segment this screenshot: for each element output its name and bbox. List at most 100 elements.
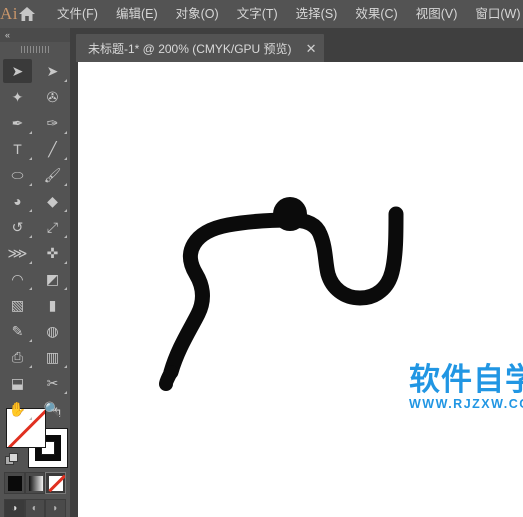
- paintbrush-tool[interactable]: 🖌: [35, 162, 70, 188]
- ellipse-tool[interactable]: ⬭: [0, 162, 35, 188]
- paint-mode-row: [4, 472, 66, 494]
- type-tool[interactable]: T: [0, 136, 35, 162]
- tool-group-indicator-icon: [64, 287, 67, 290]
- artboard-tool-icon: ⬓: [10, 375, 25, 391]
- menu-effect[interactable]: 效果(C): [346, 0, 406, 28]
- ai-logo: Ai: [0, 4, 18, 23]
- illustrator-window: Ai 文件(F) 编辑(E) 对象(O) 文字(T) 选择(S) 效果(C) 视…: [0, 0, 523, 517]
- gradient-tool[interactable]: ▮: [35, 292, 70, 318]
- document-tab-label: 未标题-1* @ 200% (CMYK/GPU 预览): [88, 41, 292, 56]
- close-icon[interactable]: ✕: [306, 42, 317, 55]
- home-icon-svg: [19, 7, 35, 21]
- tool-group-indicator-icon: [64, 79, 67, 82]
- tool-group-indicator-icon: [64, 157, 67, 160]
- tool-group-indicator-icon: [29, 261, 32, 264]
- color-mode-button[interactable]: [4, 472, 25, 494]
- magic-wand-tool[interactable]: ✦: [0, 84, 35, 110]
- menu-view[interactable]: 视图(V): [407, 0, 467, 28]
- menu-edit[interactable]: 编辑(E): [107, 0, 167, 28]
- brush-stroke-path[interactable]: [78, 62, 523, 517]
- line-segment-tool-icon: ╱: [48, 141, 57, 157]
- direct-selection-tool-icon: ➤: [46, 63, 59, 79]
- zoom-tool-icon: 🔍: [43, 401, 62, 417]
- watermark: 软件自学网 WWW.RJZXW.COM: [409, 364, 523, 411]
- document-tab[interactable]: 未标题-1* @ 200% (CMYK/GPU 预览) ✕: [76, 34, 325, 62]
- shaper-tool[interactable]: ◕: [0, 188, 35, 214]
- width-tool-icon: ⋙: [7, 245, 28, 261]
- shape-builder-tool-icon: ◠: [11, 271, 24, 287]
- gradient-tool-icon: ▮: [48, 297, 57, 313]
- normal-screen-mode-button[interactable]: ◑: [4, 499, 25, 517]
- tools-panel-grip[interactable]: [0, 42, 70, 56]
- magic-wand-tool-icon: ✦: [11, 89, 24, 105]
- perspective-grid-tool-icon: ◩: [45, 271, 60, 287]
- tool-group-indicator-icon: [29, 209, 32, 212]
- rotate-tool-icon: ↺: [11, 219, 24, 235]
- eraser-tool-icon: ◆: [47, 193, 58, 209]
- mesh-tool[interactable]: ▧: [0, 292, 35, 318]
- pen-tool[interactable]: ✒: [0, 110, 35, 136]
- eraser-tool[interactable]: ◆: [35, 188, 70, 214]
- menu-object[interactable]: 对象(O): [167, 0, 228, 28]
- artboard-tool[interactable]: ⬓: [0, 370, 35, 396]
- tool-group-indicator-icon: [64, 131, 67, 134]
- selection-tool-icon: ➤: [11, 63, 24, 79]
- tool-group-indicator-icon: [64, 235, 67, 238]
- menu-file[interactable]: 文件(F): [48, 0, 107, 28]
- menu-bar: Ai 文件(F) 编辑(E) 对象(O) 文字(T) 选择(S) 效果(C) 视…: [0, 0, 523, 28]
- width-tool[interactable]: ⋙: [0, 240, 35, 266]
- hand-tool-icon: ✋: [8, 401, 27, 417]
- watermark-url: WWW.RJZXW.COM: [409, 396, 523, 411]
- menu-type[interactable]: 文字(T): [228, 0, 287, 28]
- tool-group-indicator-icon: [64, 209, 67, 212]
- default-fill-chip: [9, 453, 18, 462]
- shape-builder-tool[interactable]: ◠: [0, 266, 35, 292]
- full-screen-mode-button[interactable]: ◗: [45, 499, 66, 517]
- lasso-tool-icon: ✇: [46, 89, 59, 105]
- tool-group-indicator-icon: [29, 235, 32, 238]
- symbol-sprayer-tool[interactable]: ⎙: [0, 344, 35, 370]
- watermark-chinese: 软件自学网: [409, 362, 523, 397]
- collapse-panel-icon[interactable]: «: [5, 30, 10, 40]
- artboard[interactable]: 软件自学网 WWW.RJZXW.COM: [78, 62, 523, 517]
- mesh-tool-icon: ▧: [10, 297, 25, 313]
- tools-grid: ➤ ➤ ✦ ✇ ✒ ✑ T ╱ ⬭ 🖌 ◕ ◆ ↺ ⤢ ⋙ ✜ ◠ ◩ ▧ ▮ ✎ ◍ ⎙ ▥ ⬓ ✂ ✋ 🔍: [0, 56, 70, 422]
- tool-group-indicator-icon: [29, 287, 32, 290]
- tool-group-indicator-icon: [29, 365, 32, 368]
- stroke-tail-tip: [159, 365, 178, 391]
- drag-grip-icon: [21, 45, 49, 53]
- ellipse-tool-icon: ⬭: [11, 167, 24, 183]
- rotate-tool[interactable]: ↺: [0, 214, 35, 240]
- column-graph-tool[interactable]: ▥: [35, 344, 70, 370]
- blend-tool-icon: ◍: [46, 323, 59, 339]
- full-screen-menubar-mode-button[interactable]: ◐: [24, 499, 45, 517]
- slice-tool[interactable]: ✂: [35, 370, 70, 396]
- column-graph-tool-icon: ▥: [45, 349, 60, 365]
- pen-tool-icon: ✒: [11, 115, 24, 131]
- direct-selection-tool[interactable]: ➤: [35, 58, 70, 84]
- tool-group-indicator-icon: [64, 391, 67, 394]
- tool-group-indicator-icon: [29, 131, 32, 134]
- default-fill-stroke-icon[interactable]: [5, 453, 18, 466]
- scale-tool[interactable]: ⤢: [35, 214, 70, 240]
- lasso-tool[interactable]: ✇: [35, 84, 70, 110]
- gradient-mode-button[interactable]: [24, 472, 45, 494]
- selection-tool[interactable]: ➤: [0, 58, 35, 84]
- line-segment-tool[interactable]: ╱: [35, 136, 70, 162]
- tools-panel-header: «: [0, 28, 70, 42]
- gradient-icon: [28, 476, 43, 491]
- none-icon: [49, 476, 63, 491]
- curvature-tool[interactable]: ✑: [35, 110, 70, 136]
- menu-select[interactable]: 选择(S): [287, 0, 347, 28]
- curvature-tool-icon: ✑: [46, 115, 59, 131]
- perspective-grid-tool[interactable]: ◩: [35, 266, 70, 292]
- eyedropper-tool[interactable]: ✎: [0, 318, 35, 344]
- free-transform-tool[interactable]: ✜: [35, 240, 70, 266]
- home-icon[interactable]: [18, 0, 36, 28]
- tool-group-indicator-icon: [64, 365, 67, 368]
- stroke-blob: [273, 197, 307, 231]
- none-mode-button[interactable]: [45, 472, 66, 494]
- blend-tool[interactable]: ◍: [35, 318, 70, 344]
- canvas-area[interactable]: 软件自学网 WWW.RJZXW.COM: [70, 62, 523, 517]
- menu-window[interactable]: 窗口(W): [466, 0, 523, 28]
